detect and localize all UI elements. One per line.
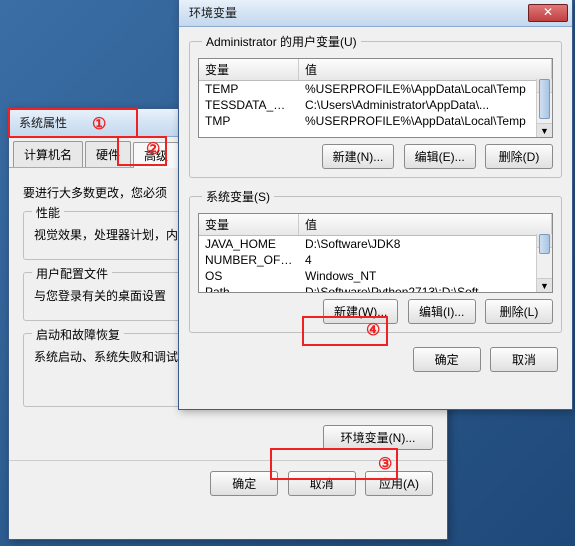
cell-variable: TEMP: [199, 81, 299, 97]
list-item[interactable]: OSWindows_NT: [199, 268, 552, 284]
col-value[interactable]: 值: [299, 59, 552, 80]
annotation-label-2: ②: [146, 139, 160, 159]
system-variables-group: 系统变量(S) 变量 值 JAVA_HOMED:\Software\JDK8NU…: [189, 188, 562, 333]
scroll-thumb[interactable]: [539, 79, 550, 119]
envvars-cancel-button[interactable]: 取消: [490, 347, 558, 372]
startup-recovery-title: 启动和故障恢复: [32, 326, 124, 343]
list-item[interactable]: TESSDATA_PREFIXC:\Users\Administrator\Ap…: [199, 97, 552, 113]
envvars-titlebar[interactable]: 环境变量 ✕: [179, 0, 572, 27]
sysprops-cancel-button[interactable]: 取消: [288, 471, 356, 496]
list-item[interactable]: TEMP%USERPROFILE%\AppData\Local\Temp: [199, 81, 552, 97]
tab-computer-name[interactable]: 计算机名: [13, 141, 83, 167]
user-delete-button[interactable]: 删除(D): [485, 144, 553, 169]
system-variables-legend: 系统变量(S): [202, 188, 274, 205]
scroll-thumb[interactable]: [539, 234, 550, 254]
tab-hardware[interactable]: 硬件: [85, 141, 131, 167]
annotation-label-3: ③: [378, 454, 392, 474]
cell-value: %USERPROFILE%\AppData\Local\Temp: [299, 81, 552, 97]
environment-variables-window: 环境变量 ✕ Administrator 的用户变量(U) 变量 值 TEMP%…: [178, 0, 573, 410]
sys-list-scrollbar[interactable]: ▲ ▼: [536, 234, 552, 292]
cell-value: D:\Software\Python2713\;D:\Soft...: [299, 284, 552, 293]
cell-value: D:\Software\JDK8: [299, 236, 552, 252]
scroll-down-icon[interactable]: ▼: [537, 278, 552, 292]
cell-value: C:\Users\Administrator\AppData\...: [299, 97, 552, 113]
user-list-scrollbar[interactable]: ▲ ▼: [536, 79, 552, 137]
cell-variable: JAVA_HOME: [199, 236, 299, 252]
sysprops-apply-button[interactable]: 应用(A): [365, 471, 433, 496]
col-variable[interactable]: 变量: [199, 214, 299, 235]
close-button[interactable]: ✕: [528, 4, 568, 22]
user-variables-list[interactable]: 变量 值 TEMP%USERPROFILE%\AppData\Local\Tem…: [198, 58, 553, 138]
user-new-button[interactable]: 新建(N)...: [322, 144, 395, 169]
sys-list-header: 变量 值: [199, 214, 552, 236]
sysprops-ok-button[interactable]: 确定: [210, 471, 278, 496]
annotation-label-4: ④: [366, 320, 380, 340]
user-profile-title: 用户配置文件: [32, 265, 112, 282]
scroll-down-icon[interactable]: ▼: [537, 123, 552, 137]
close-icon: ✕: [543, 5, 553, 19]
cell-variable: OS: [199, 268, 299, 284]
user-variables-group: Administrator 的用户变量(U) 变量 值 TEMP%USERPRO…: [189, 33, 562, 178]
list-item[interactable]: TMP%USERPROFILE%\AppData\Local\Temp: [199, 113, 552, 129]
system-variables-list[interactable]: 变量 值 JAVA_HOMED:\Software\JDK8NUMBER_OF_…: [198, 213, 553, 293]
cell-variable: TMP: [199, 113, 299, 129]
col-value[interactable]: 值: [299, 214, 552, 235]
cell-value: Windows_NT: [299, 268, 552, 284]
list-item[interactable]: PathD:\Software\Python2713\;D:\Soft...: [199, 284, 552, 293]
col-variable[interactable]: 变量: [199, 59, 299, 80]
user-variables-legend: Administrator 的用户变量(U): [202, 33, 361, 50]
environment-variables-button[interactable]: 环境变量(N)...: [323, 425, 433, 450]
cell-value: %USERPROFILE%\AppData\Local\Temp: [299, 113, 552, 129]
cell-variable: TESSDATA_PREFIX: [199, 97, 299, 113]
user-edit-button[interactable]: 编辑(E)...: [404, 144, 476, 169]
annotation-label-1: ①: [92, 114, 106, 134]
user-list-header: 变量 值: [199, 59, 552, 81]
sys-edit-button[interactable]: 编辑(I)...: [408, 299, 476, 324]
performance-title: 性能: [32, 204, 64, 221]
sys-delete-button[interactable]: 删除(L): [485, 299, 553, 324]
cell-variable: NUMBER_OF_PR...: [199, 252, 299, 268]
envvars-title: 环境变量: [183, 4, 528, 21]
cell-value: 4: [299, 252, 552, 268]
sys-new-button[interactable]: 新建(W)...: [323, 299, 398, 324]
envvars-ok-button[interactable]: 确定: [413, 347, 481, 372]
list-item[interactable]: JAVA_HOMED:\Software\JDK8: [199, 236, 552, 252]
list-item[interactable]: NUMBER_OF_PR...4: [199, 252, 552, 268]
cell-variable: Path: [199, 284, 299, 293]
